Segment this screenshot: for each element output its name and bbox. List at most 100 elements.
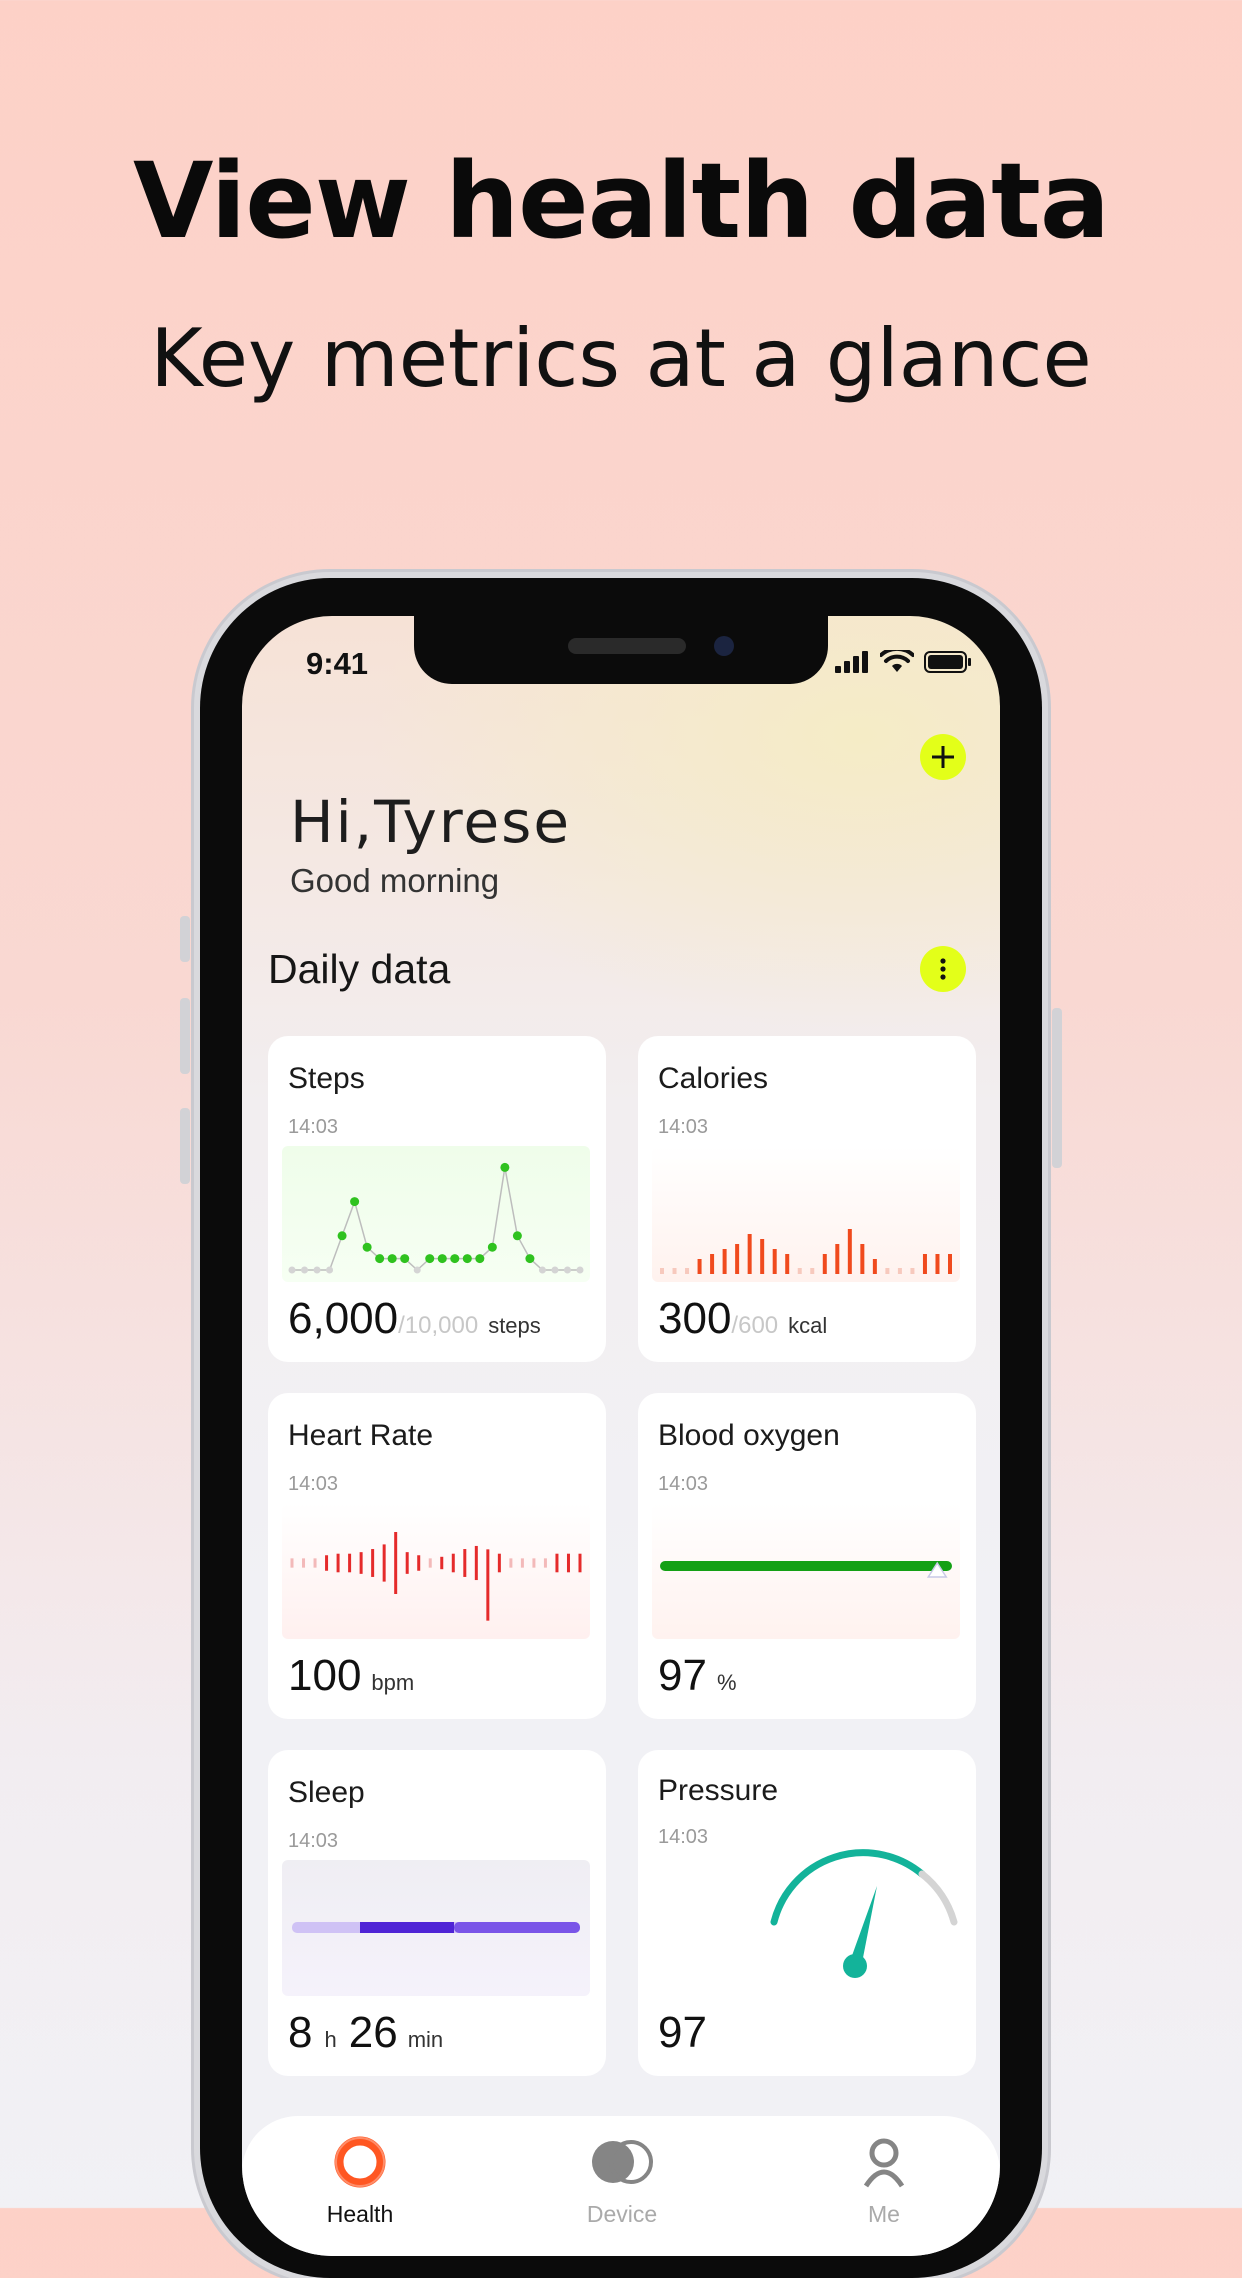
pressure-value: 97 xyxy=(658,2008,707,2057)
calories-bar xyxy=(747,1234,752,1274)
calories-bar xyxy=(922,1254,927,1274)
steps-point xyxy=(500,1162,510,1172)
status-time: 9:41 xyxy=(306,646,369,681)
hero-title: View health data xyxy=(132,140,1110,262)
steps-point xyxy=(350,1197,360,1207)
sleep-minutes-unit: min xyxy=(407,2027,444,2052)
steps-point xyxy=(563,1266,571,1274)
battery-icon xyxy=(924,651,971,673)
steps-point xyxy=(576,1266,584,1274)
front-camera xyxy=(714,636,734,656)
steps-point xyxy=(337,1231,347,1241)
steps-point xyxy=(475,1254,485,1264)
calories-bar xyxy=(797,1268,802,1274)
calories-bar xyxy=(935,1254,940,1274)
heart-rate-bar xyxy=(302,1558,306,1568)
steps-point xyxy=(551,1266,559,1274)
blood-oxygen-value-row: 97% xyxy=(658,1651,737,1701)
heart-rate-bar xyxy=(578,1553,582,1573)
heart-rate-bar xyxy=(313,1558,317,1568)
calories-bar xyxy=(785,1254,790,1274)
steps-point xyxy=(487,1242,497,1252)
blood-oxygen-chart xyxy=(652,1503,960,1639)
calories-chart xyxy=(652,1146,960,1282)
steps-point xyxy=(301,1266,309,1274)
calories-bar xyxy=(810,1268,815,1274)
tab-device[interactable]: Device xyxy=(542,2136,702,2228)
wifi-icon xyxy=(880,650,914,672)
calories-bar xyxy=(835,1244,840,1274)
heart-rate-bar xyxy=(543,1558,547,1568)
sleep-card[interactable]: Sleep 14:03 8 h 26 min xyxy=(268,1750,606,2076)
steps-point xyxy=(462,1254,472,1264)
blood-oxygen-title: Blood oxygen xyxy=(658,1419,840,1452)
steps-point xyxy=(400,1254,410,1264)
steps-chart xyxy=(282,1146,590,1282)
calories-bar xyxy=(685,1268,690,1274)
heart-rate-bar xyxy=(417,1555,421,1571)
calories-unit: kcal xyxy=(788,1313,828,1338)
speaker-grille xyxy=(568,638,686,654)
user-icon xyxy=(863,2138,905,2188)
tab-me[interactable]: Me xyxy=(804,2136,964,2228)
calories-bar xyxy=(822,1254,827,1274)
heart-rate-bar xyxy=(497,1553,501,1573)
heart-rate-bar xyxy=(336,1553,340,1573)
power-button xyxy=(1052,1008,1062,1168)
steps-card[interactable]: Steps 14:03 6,000/10,000 steps xyxy=(268,1036,606,1362)
notch xyxy=(414,616,828,684)
steps-title: Steps xyxy=(288,1062,365,1095)
heart-rate-bar xyxy=(440,1556,444,1570)
greeting-message: Good morning xyxy=(290,862,500,899)
heart-rate-bar xyxy=(405,1552,409,1574)
steps-point xyxy=(437,1254,447,1264)
heart-rate-card[interactable]: Heart Rate 14:03 100 bpm xyxy=(268,1393,606,1719)
heart-rate-bar xyxy=(348,1553,352,1573)
calories-value: 300 xyxy=(658,1294,732,1343)
add-button[interactable] xyxy=(920,734,966,780)
sleep-bar-deep xyxy=(360,1922,454,1933)
sleep-value-row: 8 h 26 min xyxy=(288,2008,443,2058)
steps-time: 14:03 xyxy=(288,1116,339,1138)
calories-bar xyxy=(872,1259,877,1274)
calories-bar xyxy=(847,1229,852,1274)
status-icons xyxy=(834,650,972,674)
heart-rate-bar xyxy=(486,1549,490,1621)
heart-rate-bar xyxy=(371,1549,375,1577)
tab-health-label: Health xyxy=(326,2201,394,2227)
phone-frame: 9:41 Hi,Tyrese Good morning Daily data S… xyxy=(180,578,1062,2278)
steps-point xyxy=(387,1254,397,1264)
calories-card[interactable]: Calories 14:03 300/600 kcal xyxy=(638,1036,976,1362)
calories-value-row: 300/600 kcal xyxy=(658,1294,827,1344)
app-screen: 9:41 Hi,Tyrese Good morning Daily data S… xyxy=(242,616,1000,2256)
calories-bar xyxy=(722,1249,727,1274)
heart-rate-bar xyxy=(532,1558,536,1568)
pressure-card[interactable]: Pressure 14:03 97 xyxy=(638,1750,976,2076)
pressure-title: Pressure xyxy=(658,1774,779,1807)
blood-oxygen-card[interactable]: Blood oxygen 14:03 97% xyxy=(638,1393,976,1719)
tab-health[interactable]: Health xyxy=(280,2136,440,2228)
sleep-bar-light xyxy=(454,1922,580,1933)
calories-bar xyxy=(760,1239,765,1274)
tab-device-label: Device xyxy=(586,2201,658,2227)
heart-rate-bar xyxy=(520,1558,524,1568)
calories-bar xyxy=(910,1268,915,1274)
steps-point xyxy=(538,1266,546,1274)
calories-bar xyxy=(772,1249,777,1274)
heart-rate-value-row: 100 bpm xyxy=(288,1651,414,1701)
pressure-gauge-track xyxy=(918,1870,958,1926)
calories-bar xyxy=(860,1244,865,1274)
heart-rate-unit: bpm xyxy=(371,1670,415,1695)
tab-bar: Health Device Me xyxy=(242,2116,1000,2256)
heart-rate-bar xyxy=(566,1553,570,1573)
steps-point xyxy=(450,1254,460,1264)
heart-rate-bar xyxy=(555,1553,559,1573)
silent-switch xyxy=(180,916,190,962)
steps-point xyxy=(425,1254,435,1264)
steps-point xyxy=(525,1254,535,1264)
steps-unit: steps xyxy=(488,1313,541,1338)
hero-subtitle: Key metrics at a glance xyxy=(150,312,1092,405)
pressure-gauge-pivot xyxy=(843,1954,867,1978)
sleep-hours: 8 xyxy=(288,2008,313,2057)
daily-data-more-button[interactable] xyxy=(920,946,966,992)
